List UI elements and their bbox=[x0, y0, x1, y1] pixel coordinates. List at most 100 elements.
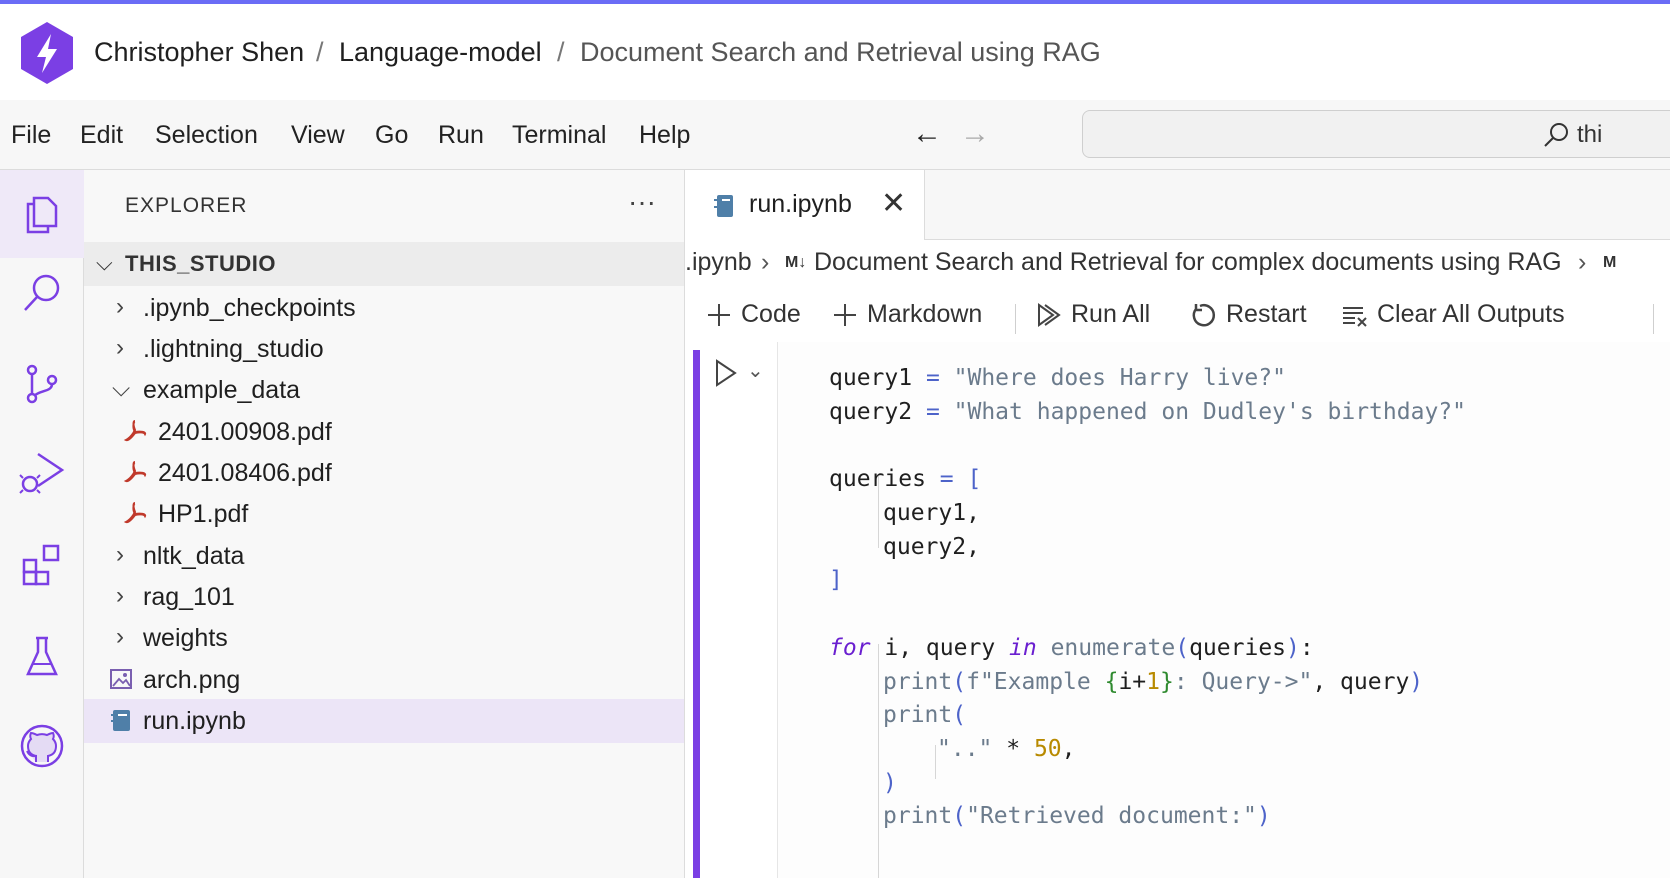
breadcrumb-user[interactable]: Christopher Shen bbox=[94, 34, 304, 70]
tree-item-label: example_data bbox=[143, 376, 301, 404]
activity-search[interactable] bbox=[0, 250, 84, 338]
tree-item-label: 2401.00908.pdf bbox=[158, 418, 332, 446]
tree-item-example-data[interactable]: ⌵ example_data bbox=[84, 368, 684, 412]
activity-source-control[interactable] bbox=[0, 340, 84, 428]
tree-item-run-ipynb[interactable]: run.ipynb bbox=[84, 699, 684, 743]
code-line-7: ] bbox=[829, 567, 843, 593]
menu-help[interactable]: Help bbox=[639, 119, 690, 151]
tree-item-label: arch.png bbox=[143, 666, 241, 694]
tree-item-label: 2401.08406.pdf bbox=[158, 459, 332, 487]
tree-item-weights[interactable]: › weights bbox=[84, 616, 684, 660]
run-cell-icon[interactable] bbox=[713, 358, 739, 388]
lightning-logo-icon[interactable] bbox=[18, 20, 76, 86]
plus-icon bbox=[708, 303, 730, 326]
code-line-13: ) bbox=[883, 770, 897, 796]
tree-item-pdf-2401-00908[interactable]: 2401.00908.pdf bbox=[84, 410, 684, 454]
add-code-label: Code bbox=[741, 300, 801, 328]
markdown-badge: M bbox=[1603, 254, 1617, 271]
run-all-button[interactable]: Run All bbox=[1035, 300, 1150, 329]
close-icon[interactable]: ✕ bbox=[881, 186, 906, 221]
tree-item-label: nltk_data bbox=[143, 542, 245, 570]
source-control-icon bbox=[26, 364, 58, 404]
tree-item-nltk-data[interactable]: › nltk_data bbox=[84, 534, 684, 578]
activity-github[interactable] bbox=[0, 702, 84, 790]
code-editor[interactable]: query1 = "Where does Harry live?" query2… bbox=[777, 342, 1670, 878]
menu-terminal[interactable]: Terminal bbox=[512, 119, 606, 151]
menu-view[interactable]: View bbox=[291, 119, 345, 151]
activity-run-debug[interactable] bbox=[0, 428, 84, 516]
tab-strip: run.ipynb ✕ bbox=[685, 170, 1670, 240]
breadcrumb-studio[interactable]: Document Search and Retrieval using RAG bbox=[580, 34, 1101, 70]
code-line-14: print("Retrieved document:") bbox=[883, 803, 1271, 829]
explorer-title: EXPLORER bbox=[125, 194, 248, 217]
clear-outputs-icon bbox=[1343, 306, 1367, 327]
title-bar: Christopher Shen / Language-model / Docu… bbox=[0, 4, 1670, 100]
chevron-down-icon[interactable]: ⌄ bbox=[747, 358, 764, 383]
activity-explorer[interactable] bbox=[0, 170, 84, 258]
add-code-cell-button[interactable]: Code bbox=[705, 300, 801, 329]
search-icon bbox=[1544, 123, 1568, 147]
breadcrumb-project[interactable]: Language-model bbox=[339, 34, 542, 70]
menu-bar: File Edit Selection View Go Run Terminal… bbox=[0, 100, 1670, 170]
more-actions-icon[interactable]: ··· bbox=[628, 186, 656, 218]
tab-label: run.ipynb bbox=[749, 190, 852, 218]
tree-item-ipynb-checkpoints[interactable]: › .ipynb_checkpoints bbox=[84, 286, 684, 330]
code-cell[interactable]: ⌄ query1 = "Where does Harry live?" quer… bbox=[685, 342, 1670, 878]
clear-all-outputs-button[interactable]: Clear All Outputs bbox=[1341, 300, 1565, 329]
chevron-right-icon: › bbox=[1578, 248, 1587, 276]
markdown-badge: M↓ bbox=[785, 254, 807, 271]
clear-all-outputs-label: Clear All Outputs bbox=[1377, 300, 1565, 328]
tab-run-ipynb[interactable]: run.ipynb ✕ bbox=[685, 170, 925, 240]
indent-guide bbox=[935, 745, 936, 779]
activity-testing[interactable] bbox=[0, 612, 84, 700]
code-line-5: query1, bbox=[883, 500, 980, 526]
activity-extensions[interactable] bbox=[0, 520, 84, 608]
command-search-box[interactable]: thi bbox=[1082, 110, 1670, 158]
beaker-icon bbox=[26, 636, 58, 676]
extensions-icon bbox=[22, 544, 60, 586]
tree-item-lightning-studio[interactable]: › .lightning_studio bbox=[84, 327, 684, 371]
chevron-right-icon: › bbox=[116, 293, 124, 320]
cell-focus-bar bbox=[693, 350, 700, 878]
chevron-right-icon: › bbox=[116, 623, 124, 650]
chevron-right-icon: › bbox=[116, 541, 124, 568]
pdf-icon bbox=[123, 420, 147, 442]
tree-item-rag-101[interactable]: › rag_101 bbox=[84, 575, 684, 619]
tree-item-arch-png[interactable]: arch.png bbox=[84, 658, 684, 702]
search-input-text[interactable]: thi bbox=[1571, 121, 1670, 149]
indent-guide bbox=[878, 644, 879, 878]
breadcrumb-section[interactable]: Document Search and Retrieval for comple… bbox=[814, 248, 1562, 277]
tree-root-label: THIS_STUDIO bbox=[125, 251, 276, 276]
menu-edit[interactable]: Edit bbox=[80, 119, 123, 151]
code-line-11: print( bbox=[883, 702, 967, 728]
chevron-right-icon: › bbox=[116, 582, 124, 609]
add-markdown-cell-button[interactable]: Markdown bbox=[831, 300, 982, 329]
menu-file[interactable]: File bbox=[11, 119, 51, 151]
menu-go[interactable]: Go bbox=[375, 119, 408, 151]
tree-item-pdf-2401-08406[interactable]: 2401.08406.pdf bbox=[84, 451, 684, 495]
menu-run[interactable]: Run bbox=[438, 119, 484, 151]
breadcrumb-separator: / bbox=[557, 37, 565, 67]
tree-item-pdf-hp1[interactable]: HP1.pdf bbox=[84, 492, 684, 536]
image-file-icon bbox=[110, 669, 132, 689]
back-arrow-icon[interactable]: ← bbox=[912, 117, 942, 151]
chevron-right-icon: › bbox=[761, 248, 770, 276]
code-line-10: print(f"Example {i+1}: Query->", query) bbox=[883, 669, 1424, 695]
run-all-icon bbox=[1038, 302, 1061, 327]
code-line-12: ".." * 50, bbox=[937, 736, 1076, 762]
tree-item-label: .ipynb_checkpoints bbox=[143, 294, 356, 322]
explorer-sidebar: EXPLORER ··· ⌵ THIS_STUDIO › .ipynb_chec… bbox=[84, 170, 685, 878]
forward-arrow-icon[interactable]: → bbox=[960, 117, 990, 151]
plus-icon bbox=[834, 303, 856, 326]
toolbar-divider bbox=[1653, 304, 1654, 334]
tree-root-header[interactable]: ⌵ THIS_STUDIO bbox=[84, 242, 684, 286]
run-all-label: Run All bbox=[1071, 300, 1151, 328]
code-line-6: query2, bbox=[883, 534, 980, 560]
restart-button[interactable]: Restart bbox=[1190, 300, 1307, 329]
notebook-toolbar: Code Markdown Run All Restart Clear All … bbox=[685, 292, 1670, 342]
menu-selection[interactable]: Selection bbox=[155, 119, 258, 151]
restart-label: Restart bbox=[1226, 300, 1307, 328]
toolbar-divider bbox=[1015, 304, 1016, 334]
breadcrumb-file[interactable]: .ipynb bbox=[685, 248, 752, 277]
notebook-icon bbox=[714, 195, 733, 217]
